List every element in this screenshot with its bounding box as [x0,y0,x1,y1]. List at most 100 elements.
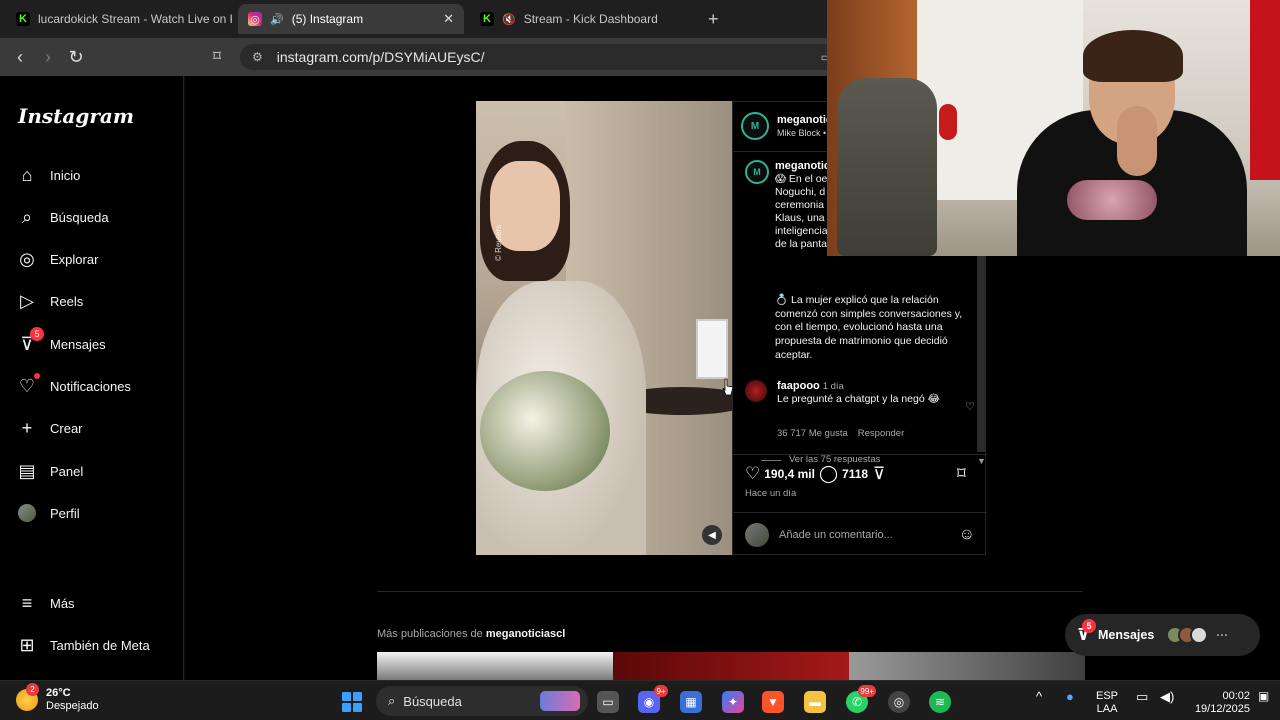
whatsapp-icon[interactable]: ✆ 99+ [846,685,876,713]
start-button[interactable] [342,692,362,712]
app-icon[interactable]: ▦ [680,691,702,713]
app-icon[interactable]: ◎ [888,691,910,713]
sidebar-item-crear[interactable]: + Crear [16,417,83,439]
kick-icon: K [16,12,30,26]
folder-icon[interactable]: ▬ [804,691,826,713]
sidebar-item-panel[interactable]: ▤ Panel [16,460,83,482]
chart-icon: ▤ [18,460,36,481]
whatsapp-badge: 99+ [858,685,876,697]
task-view-icon[interactable]: ▭ [597,691,619,713]
comment-body: faapooo 1 día Le pregunté a chatgpt y la… [777,380,957,406]
copilot-icon[interactable]: ✦ [722,691,744,713]
notification-dot [34,373,40,379]
sidebar-item-label: Perfil [50,505,80,521]
comment-time: 1 día [822,381,844,392]
reload-icon[interactable]: ↻ [66,47,86,68]
weather-badge: 2 [26,683,39,696]
more-icon: ··· [1216,628,1229,642]
sidebar-item-busqueda[interactable]: ⌕ Búsqueda [16,206,109,228]
messages-badge: 5 [30,327,44,341]
post-thumbnail[interactable] [377,652,613,680]
tab-kick-dashboard[interactable]: K 🔇 Stream - Kick Dashboard [470,4,696,34]
tab-instagram[interactable]: ◎ 🔊 (5) Instagram ✕ [238,4,464,34]
discord-icon[interactable]: ◉ 9+ [638,685,668,713]
back-icon[interactable]: ‹ [10,47,30,68]
muted-speaker-icon: 🔇 [502,13,516,26]
reply-button[interactable]: Responder [858,428,904,439]
meta-grid-icon: ⊞ [19,634,35,655]
taskbar-search[interactable]: ⌕ Búsqueda [376,686,588,716]
like-button[interactable]: ♡ 190,4 mil [745,464,815,484]
url-field[interactable]: ⚙ instagram.com/p/DSYMiAUEysC/ ▭ [240,44,840,70]
new-tab-icon[interactable]: + [708,9,719,30]
add-comment-field[interactable]: Añade un comentario... ☺ [733,512,987,556]
instagram-logo[interactable]: Instagram [18,104,134,128]
share-button[interactable]: ⊽ [873,464,885,484]
brave-icon[interactable]: ▼ [762,691,784,713]
more-posts-account[interactable]: meganoticiascl [486,628,565,640]
sidebar-item-label: Notificaciones [50,378,131,394]
microphone-icon[interactable]: ● [1066,690,1074,703]
messages-floating-button[interactable]: ⊽ 5 Mensajes ··· [1065,614,1260,656]
more-posts-prefix: Más publicaciones de [377,628,486,640]
comment-placeholder: Añade un comentario... [779,528,893,541]
taskbar-search-label: Búsqueda [403,693,462,709]
shirt-print [1067,180,1157,220]
sidebar-item-label: Mensajes [50,336,106,352]
search-highlight-icon [540,691,580,711]
messenger-icon: ⊽ 5 [1077,619,1096,645]
monitor-icon[interactable]: ▭ [1136,690,1148,703]
comment-like-icon[interactable]: ♡ [965,400,975,413]
streamer-hand [1117,106,1157,176]
messages-badge: 5 [1082,619,1096,633]
sidebar-item-label: Crear [50,420,83,436]
language-indicator[interactable]: ESP LAA [1096,690,1118,716]
sound-toggle-icon[interactable]: ◀ [702,525,722,545]
sidebar: Instagram ⌂ Inicio ⌕ Búsqueda ◎ Explorar… [0,76,184,680]
search-icon: ⌕ [388,693,396,708]
sun-icon: 2 [16,683,39,711]
clock[interactable]: 00:02 19/12/2025 [1192,690,1250,716]
notifications-icon[interactable]: ▣ [1258,690,1269,703]
audio-label[interactable]: Mike Block • [777,128,826,138]
sidebar-item-notificaciones[interactable]: ♡ Notificaciones [16,373,131,397]
chevron-up-icon[interactable]: ^ [1036,690,1042,703]
caption-avatar[interactable]: M [745,160,769,184]
commenter-avatar[interactable] [745,380,767,402]
sidebar-item-inicio[interactable]: ⌂ Inicio [16,164,81,186]
kick-icon: K [480,12,494,26]
save-button[interactable]: ⌑ [957,464,966,484]
comment-button[interactable]: ◯ 7118 [819,464,868,484]
forward-icon[interactable]: › [38,47,58,68]
post-video[interactable]: © Reuters ◀ [476,101,732,555]
weather-widget[interactable]: 2 26°C Despejado [16,683,99,713]
close-tab-icon[interactable]: ✕ [443,11,454,27]
post-thumbnail[interactable] [849,652,1085,680]
sidebar-item-mensajes[interactable]: ⊽ 5 Mensajes [16,327,106,355]
speaker-icon[interactable]: ◀) [1160,690,1174,703]
avatar-stack [1166,626,1209,644]
tab-kick-stream[interactable]: K lucardokick Stream - Watch Live on K [6,4,232,34]
comments-count: 7118 [842,467,869,481]
bookmark-icon[interactable]: ⌑ [207,47,227,65]
account-avatar[interactable]: M [741,112,769,140]
sidebar-item-mas[interactable]: ≡ Más [16,592,75,614]
sidebar-item-perfil[interactable]: Perfil [16,502,80,524]
comment-likes[interactable]: 36 717 Me gusta [777,428,848,439]
post-thumbnail[interactable] [613,652,849,680]
sidebar-item-reels[interactable]: ▷ Reels [16,290,83,312]
webcam-red-wall [1250,0,1280,180]
comment-user[interactable]: faapooo [777,380,820,392]
spotify-icon[interactable]: ≋ [929,691,951,713]
time: 00:02 [1222,690,1250,702]
weather-desc: Despejado [46,700,99,712]
speaker-icon[interactable]: 🔊 [270,13,284,26]
messenger-icon: ⊽ 5 [16,327,44,355]
sidebar-item-explorar[interactable]: ◎ Explorar [16,248,98,270]
sidebar-item-label: También de Meta [50,637,150,653]
more-posts-grid [377,652,1085,680]
mouse-cursor-icon [722,378,734,396]
emoji-icon[interactable]: ☺ [959,526,975,544]
sidebar-item-meta[interactable]: ⊞ También de Meta [16,634,150,656]
site-settings-icon[interactable]: ⚙ [252,50,263,64]
